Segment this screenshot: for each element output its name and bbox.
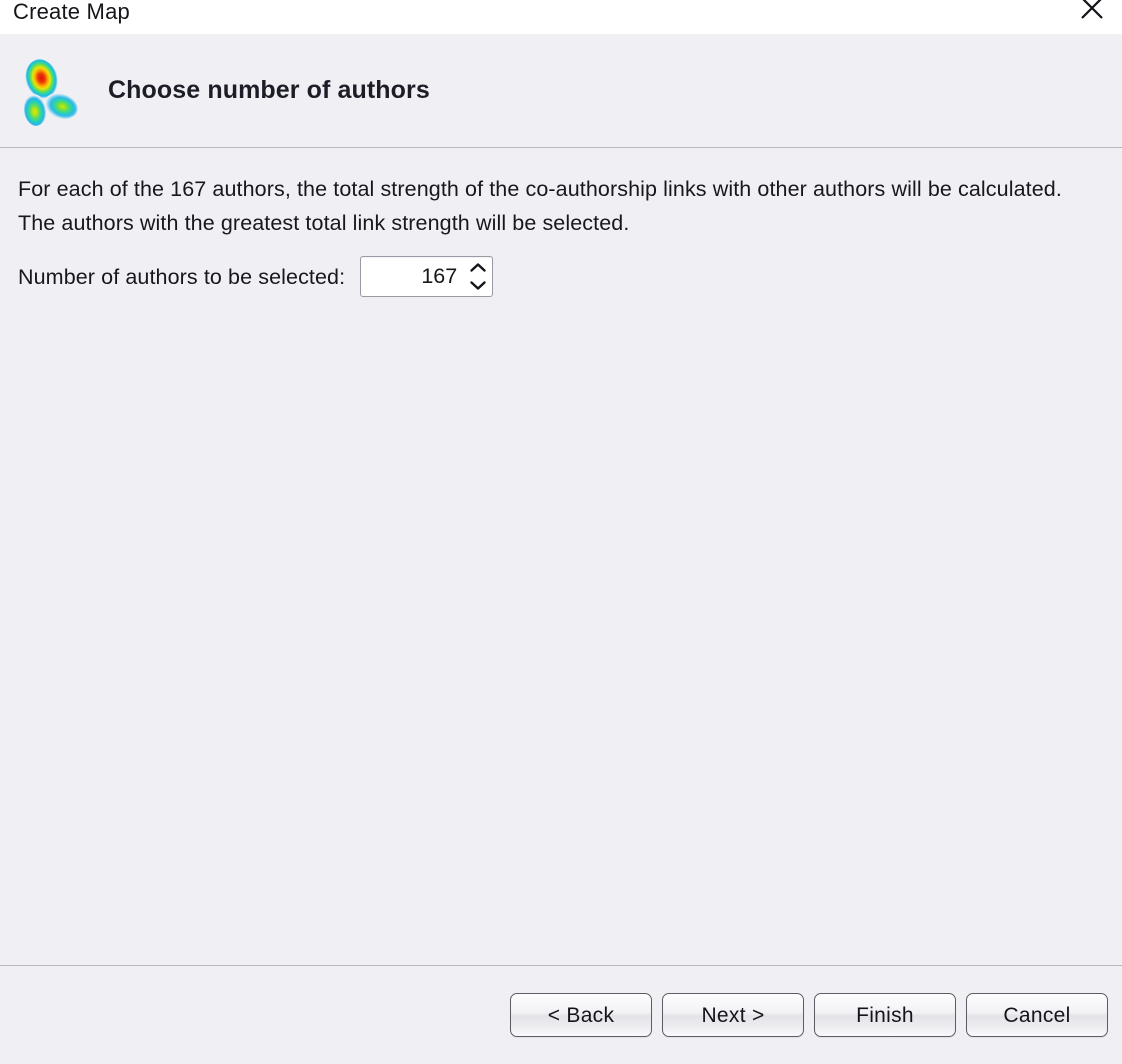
next-button[interactable]: Next > [662,993,804,1037]
authors-count-label: Number of authors to be selected: [18,264,346,289]
chevron-up-icon[interactable] [467,259,489,276]
description-text: For each of the 167 authors, the total s… [18,177,1062,235]
finish-button[interactable]: Finish [814,993,956,1037]
chevron-down-icon[interactable] [467,277,489,294]
authors-count-field-row: Number of authors to be selected: [18,256,1104,297]
authors-count-input[interactable] [361,257,467,296]
vosviewer-density-map-logo-icon [18,56,82,128]
window-title: Create Map [13,0,130,24]
page-title: Choose number of authors [108,76,430,104]
dialog-footer: < Back Next > Finish Cancel [0,966,1122,1064]
authors-count-stepper[interactable] [360,256,494,297]
dialog-header: Choose number of authors [0,34,1122,148]
close-icon[interactable] [1070,0,1114,30]
stepper-buttons [466,257,492,296]
back-button[interactable]: < Back [510,993,652,1037]
title-bar: Create Map [0,0,1122,34]
dialog-content: For each of the 167 authors, the total s… [0,148,1122,966]
cancel-button[interactable]: Cancel [966,993,1108,1037]
create-map-dialog: Create Map Choose number of authors For … [0,0,1122,1064]
